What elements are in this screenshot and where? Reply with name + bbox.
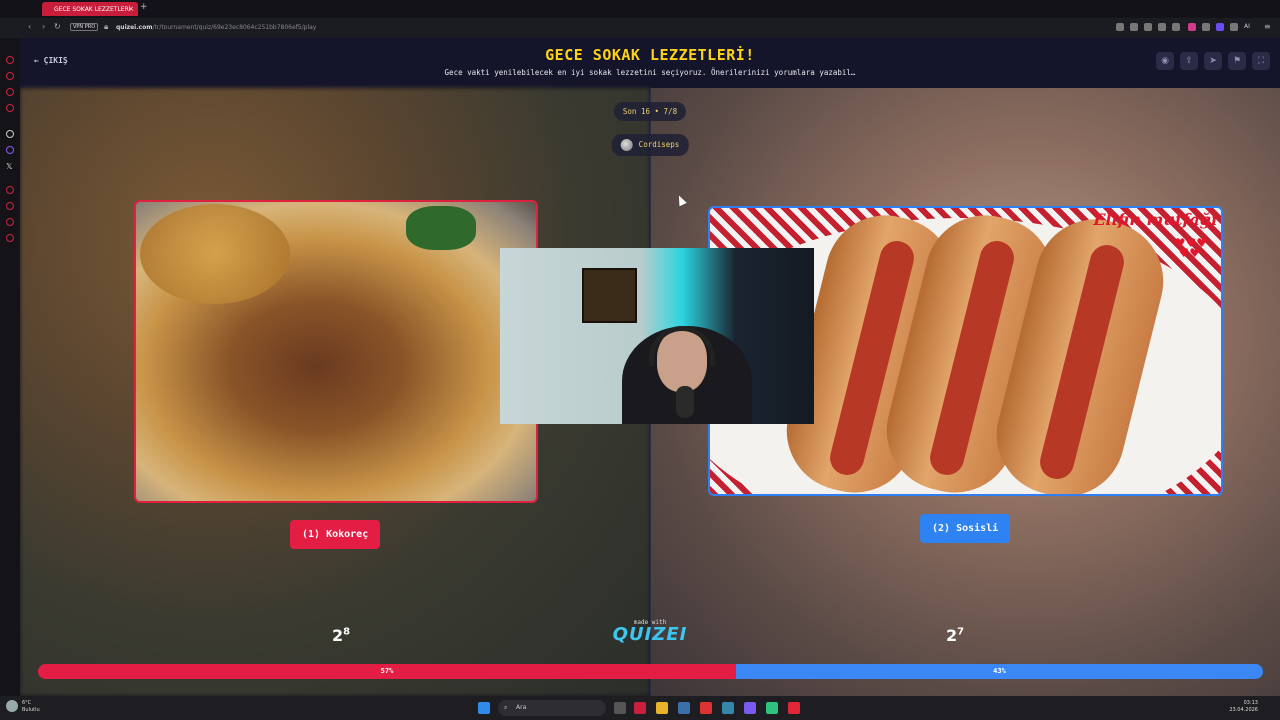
image-watermark: Elifin mutfağı <box>1093 210 1217 229</box>
weather-widget[interactable]: 6°C Bulutlu <box>22 700 40 714</box>
avatar <box>620 139 633 151</box>
flag-icon[interactable]: ⚑ <box>1228 52 1246 70</box>
lock-icon: 🔒︎ <box>104 22 109 31</box>
twitch-icon[interactable] <box>6 146 14 154</box>
tab-close-icon[interactable]: × <box>128 5 134 13</box>
file-explorer-icon[interactable] <box>656 702 668 714</box>
quizei-logo[interactable]: QUIZEI <box>20 624 1280 645</box>
share-icon[interactable]: ⇪ <box>1180 52 1198 70</box>
menu-icon[interactable]: ≡ <box>1264 22 1271 31</box>
ai-button[interactable]: AI <box>1244 23 1250 30</box>
address-bar: ‹ › ↻ VPN PRO 🔒︎ quizei.com/tr/tournamen… <box>0 18 1280 38</box>
send-icon[interactable]: ➤ <box>1204 52 1222 70</box>
round-indicator: Son 16 • 7/8 <box>613 102 687 121</box>
wall-painting <box>582 268 637 323</box>
parsley-garnish <box>406 206 476 250</box>
vpn-badge[interactable]: VPN PRO <box>70 23 99 31</box>
extension-icon[interactable] <box>1130 23 1138 31</box>
option-card-left[interactable] <box>134 200 538 503</box>
task-view-icon[interactable] <box>614 702 626 714</box>
forward-arrow-icon[interactable]: › <box>42 22 45 31</box>
quiz-header: ← ÇIKIŞ GECE SOKAK LEZZETLERİ! Gece vakt… <box>20 38 1280 88</box>
sidebar-app-icon[interactable] <box>6 218 14 226</box>
vote-share-bar: 57% 43% <box>38 664 1263 679</box>
discord-icon[interactable] <box>744 702 756 714</box>
extension-icon[interactable] <box>1158 23 1166 31</box>
search-icon: ⌕ <box>504 704 508 711</box>
app-icon[interactable] <box>700 702 712 714</box>
quiz-description: Gece vakti yenilebilecek en iyi sokak le… <box>444 68 856 77</box>
creator-name: Cordiseps <box>638 140 680 149</box>
quiz-title: GECE SOKAK LEZZETLERİ! <box>545 46 755 64</box>
taskbar-search[interactable]: ⌕ Ara <box>498 700 606 716</box>
match-stage: Son 16 • 7/8 Cordiseps Elifin mutfağı ♥♥… <box>20 88 1280 696</box>
windows-start-icon[interactable] <box>478 702 490 714</box>
sidebar-app-icon[interactable] <box>6 104 14 112</box>
reload-icon[interactable]: ↻ <box>54 22 61 31</box>
app-icon[interactable] <box>766 702 778 714</box>
extension-icon[interactable] <box>1202 23 1210 31</box>
tab-title: GECE SOKAK LEZZETLERİ <box>54 5 131 13</box>
extension-icon[interactable] <box>1172 23 1180 31</box>
food-image-kokorec <box>140 204 290 304</box>
windows-taskbar: 6°C Bulutlu ⌕ Ara 03:13 23.04.2026 <box>0 696 1280 720</box>
right-vote-share: 43% <box>736 664 1263 679</box>
chatgpt-icon[interactable] <box>6 130 14 138</box>
extension-icon[interactable] <box>1216 23 1224 31</box>
download-icon[interactable] <box>1230 23 1238 31</box>
extension-icon[interactable] <box>1188 23 1196 31</box>
sidebar-app-icon[interactable] <box>6 72 14 80</box>
microphone <box>676 386 694 418</box>
streamer-webcam-overlay <box>500 248 814 424</box>
browser-tab-strip: GECE SOKAK LEZZETLERİ × + <box>0 0 1280 18</box>
new-tab-button[interactable]: + <box>140 2 148 12</box>
sidebar-app-icon[interactable] <box>6 234 14 242</box>
choose-left-button[interactable]: (1) Kokoreç <box>290 520 381 549</box>
fullscreen-icon[interactable]: ⛶ <box>1252 52 1270 70</box>
steam-icon[interactable] <box>678 702 690 714</box>
browser-sidebar: 𝕏 <box>0 38 20 696</box>
choose-right-button[interactable]: (2) Sosisli <box>920 514 1011 543</box>
x-twitter-icon[interactable]: 𝕏 <box>6 162 12 171</box>
app-icon[interactable] <box>722 702 734 714</box>
hearts-decoration: ♥♥♥ ♥♥ <box>1174 236 1207 260</box>
system-clock[interactable]: 03:13 23.04.2026 <box>1229 700 1258 714</box>
browser-tab-active[interactable]: GECE SOKAK LEZZETLERİ × <box>42 2 138 16</box>
back-arrow-icon[interactable]: ‹ <box>28 22 31 31</box>
sidebar-app-icon[interactable] <box>6 186 14 194</box>
left-vote-share: 57% <box>38 664 736 679</box>
url-field[interactable]: quizei.com/tr/tournament/quiz/69e23ec806… <box>116 24 316 31</box>
creator-badge[interactable]: Cordiseps <box>611 134 689 156</box>
sidebar-app-icon[interactable] <box>6 202 14 210</box>
sidebar-app-icon[interactable] <box>6 88 14 96</box>
quiz-app: ← ÇIKIŞ GECE SOKAK LEZZETLERİ! Gece vakt… <box>20 38 1280 696</box>
sidebar-app-icon[interactable] <box>6 56 14 64</box>
eye-icon[interactable]: ◉ <box>1156 52 1174 70</box>
app-icon[interactable] <box>788 702 800 714</box>
extension-icon[interactable] <box>1144 23 1152 31</box>
extension-icon[interactable] <box>1116 23 1124 31</box>
opera-gx-icon[interactable] <box>634 702 646 714</box>
